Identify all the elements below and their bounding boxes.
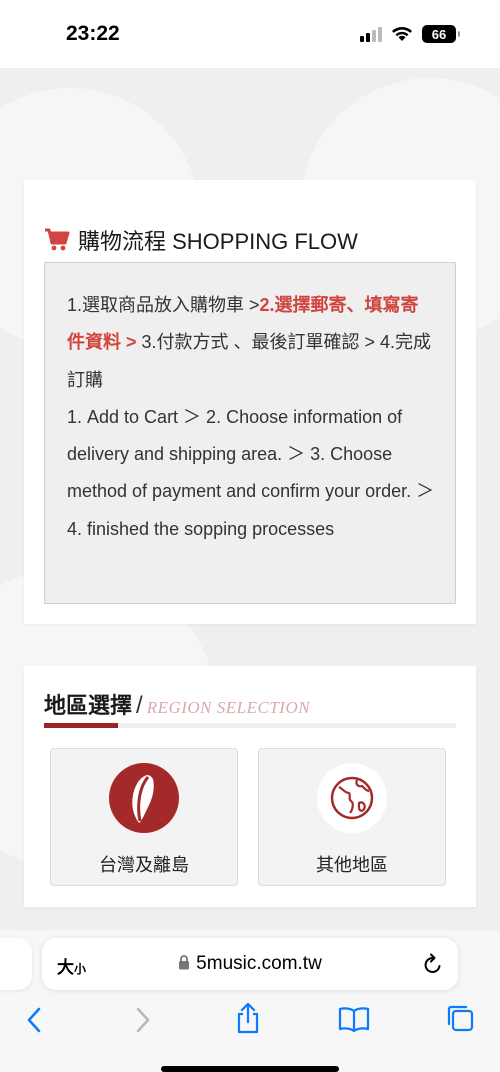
browser-chrome: 大小 5music.com.tw [0, 930, 500, 1072]
share-icon[interactable] [234, 1002, 262, 1034]
steps-en: 1. Add to Cart ＞ 2. Choose information o… [67, 406, 435, 539]
url-display[interactable]: 5music.com.tw [42, 953, 458, 975]
step1-zh: 1.選取商品放入購物車 > [67, 295, 260, 315]
shopping-flow-title-text: 購物流程 SHOPPING FLOW [78, 229, 358, 254]
status-bar: 23:22 66 [0, 0, 500, 68]
shopping-flow-card: 購物流程 SHOPPING FLOW 1.選取商品放入購物車 >2.選擇郵寄、填… [24, 180, 476, 624]
shopping-flow-steps: 1.選取商品放入購物車 >2.選擇郵寄、填寫寄件資料 > 3.付款方式 、最後訂… [44, 262, 456, 604]
home-indicator [161, 1066, 339, 1072]
status-time: 23:22 [66, 22, 120, 45]
web-page: 購物流程 SHOPPING FLOW 1.選取商品放入購物車 >2.選擇郵寄、填… [0, 68, 500, 930]
region-selection-card: 地區選擇 / REGION SELECTION 台灣及離島 其他地區 [24, 666, 476, 907]
region-option-label: 其他地區 [316, 855, 388, 875]
region-option-taiwan[interactable]: 台灣及離島 [50, 748, 238, 886]
status-indicators: 66 [360, 22, 460, 46]
shopping-flow-title: 購物流程 SHOPPING FLOW [44, 224, 358, 256]
lock-icon [179, 955, 190, 970]
region-title-slash: / [136, 692, 143, 719]
globe-icon [317, 763, 387, 833]
url-text: 5music.com.tw [196, 953, 322, 974]
reload-icon[interactable] [422, 952, 444, 976]
wifi-icon [392, 27, 412, 41]
region-option-label: 台灣及離島 [99, 855, 189, 875]
bookmarks-icon[interactable] [338, 1006, 370, 1032]
address-bar[interactable]: 大小 5music.com.tw [42, 938, 458, 990]
previous-tab-peek[interactable] [0, 938, 32, 990]
shopping-cart-icon [45, 228, 70, 251]
region-title-zh: 地區選擇 [44, 693, 133, 718]
battery-icon: 66 [422, 25, 460, 43]
region-header: 地區選擇 / REGION SELECTION [44, 688, 456, 728]
tabs-icon[interactable] [446, 1004, 474, 1032]
region-option-other[interactable]: 其他地區 [258, 748, 446, 886]
taiwan-map-icon [109, 763, 179, 833]
region-title-underline [44, 723, 118, 728]
browser-toolbar [0, 1000, 500, 1040]
back-icon[interactable] [24, 1006, 44, 1034]
forward-icon[interactable] [133, 1006, 153, 1034]
cellular-signal-icon [360, 26, 382, 42]
region-title-en: REGION SELECTION [146, 698, 311, 717]
